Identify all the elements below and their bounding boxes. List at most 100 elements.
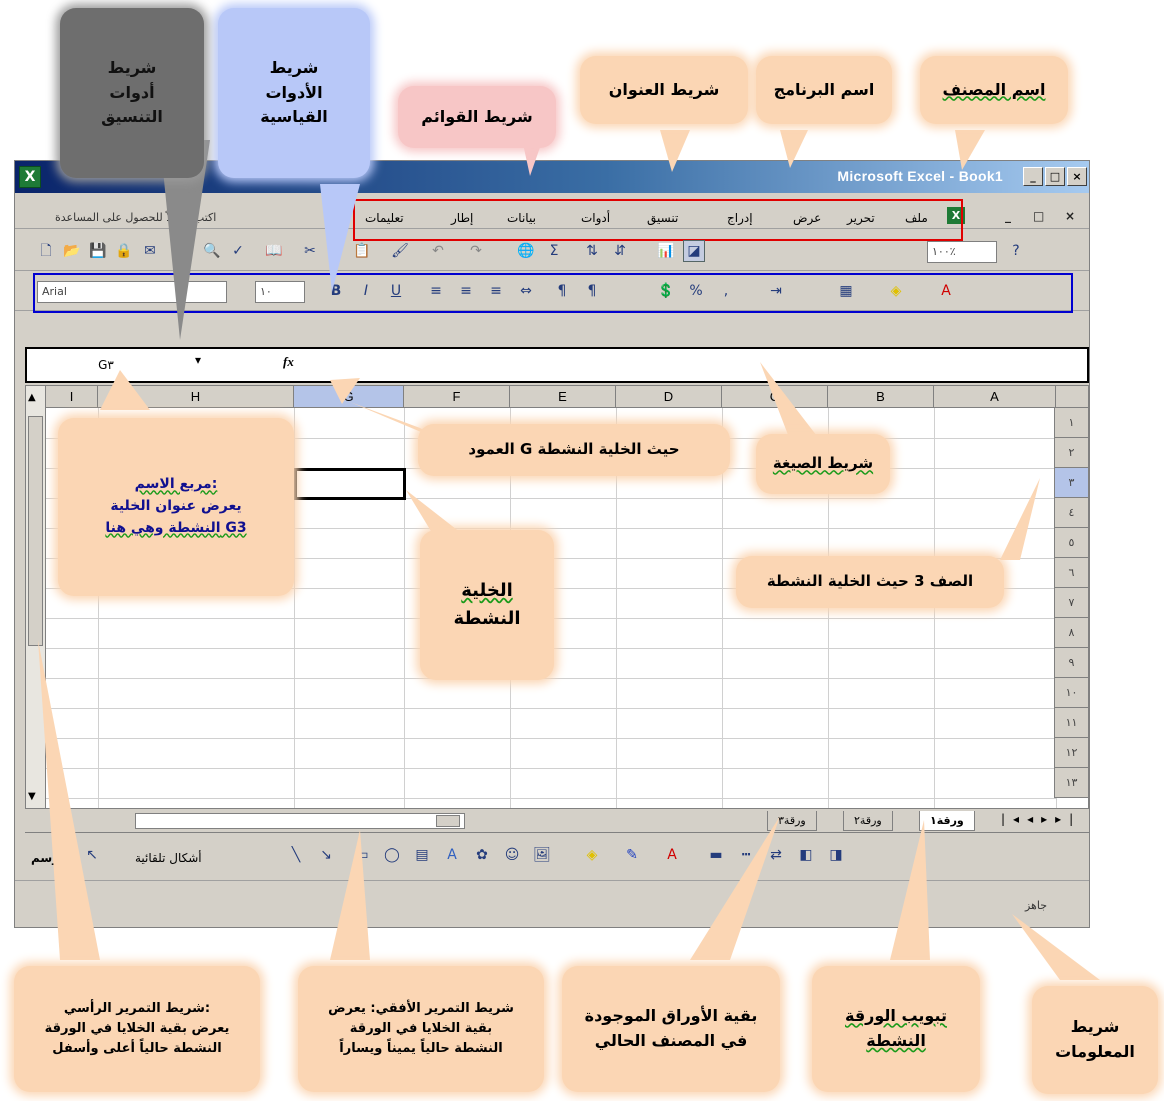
scroll-down-icon[interactable]: ▼ [28, 791, 36, 802]
menu-view[interactable]: عرض [793, 211, 821, 225]
comma-icon[interactable]: , [715, 280, 737, 302]
menu-help[interactable]: تعليمات [365, 211, 404, 225]
clipart-icon[interactable]: ☺ [501, 844, 523, 866]
print-icon[interactable]: ⎙ [175, 240, 197, 262]
research-icon[interactable]: 📖 [263, 240, 285, 262]
sort-ascending-icon[interactable]: ⇅ [581, 240, 603, 262]
draw-menu[interactable]: رسم [31, 851, 59, 865]
shadow-icon[interactable]: ◧ [795, 844, 817, 866]
new-icon[interactable]: 🗋 [35, 240, 57, 262]
copy-icon[interactable]: ⧉ [325, 240, 347, 262]
name-box-dropdown-icon[interactable]: ▾ [195, 353, 201, 367]
row-header-12[interactable]: ١٢ [1054, 738, 1088, 768]
diagram-icon[interactable]: ✿ [471, 844, 493, 866]
format-painter-icon[interactable]: 🖌 [389, 240, 411, 262]
vertical-scroll-thumb[interactable] [28, 416, 43, 646]
menu-tools[interactable]: أدوات [581, 211, 610, 225]
hyperlink-icon[interactable]: 🌐 [515, 240, 537, 262]
cut-icon[interactable]: ✂ [299, 240, 321, 262]
row-header-9[interactable]: ٩ [1054, 648, 1088, 678]
help-icon[interactable]: ? [1005, 240, 1027, 262]
row-header-10[interactable]: ١٠ [1054, 678, 1088, 708]
row-header-11[interactable]: ١١ [1054, 708, 1088, 738]
redo-icon[interactable]: ↷ [465, 240, 487, 262]
row-header-6[interactable]: ٦ [1054, 558, 1088, 588]
line-color-icon[interactable]: ✎ [621, 844, 643, 866]
align-center-icon[interactable]: ≡ [455, 280, 477, 302]
column-header-G[interactable]: G [294, 386, 404, 408]
menu-window[interactable]: إطار [451, 211, 473, 225]
formula-input[interactable] [307, 353, 1083, 377]
open-icon[interactable]: 📂 [61, 240, 83, 262]
excel-app-icon[interactable]: X [19, 166, 41, 188]
close-button[interactable]: × [1067, 167, 1087, 186]
column-header-F[interactable]: F [404, 386, 510, 408]
arrow-icon[interactable]: ↘ [315, 844, 337, 866]
chart-wizard-icon[interactable]: 📊 [655, 240, 677, 262]
help-question-box[interactable]: اكتب سؤالاً للحصول على المساعدة [55, 211, 216, 224]
3d-icon[interactable]: ◨ [825, 844, 847, 866]
row-header-8[interactable]: ٨ [1054, 618, 1088, 648]
paste-icon[interactable]: 📋 [351, 240, 373, 262]
tab-nav-arrows-icon[interactable]: |◂◂▸▸| [1001, 812, 1081, 826]
borders-icon[interactable]: ▦ [835, 280, 857, 302]
font-color-icon[interactable]: A [935, 280, 957, 302]
zoom-combo[interactable]: ١٠٠٪ [927, 241, 997, 263]
autoshapes-menu[interactable]: أشكال تلقائية [135, 851, 202, 865]
currency-icon[interactable]: 💲 [655, 280, 677, 302]
active-cell-G3[interactable] [294, 468, 406, 500]
column-header-D[interactable]: D [616, 386, 722, 408]
italic-button[interactable]: I [355, 280, 377, 302]
arrow-style-icon[interactable]: ⇄ [765, 844, 787, 866]
select-objects-icon[interactable]: ↖ [81, 844, 103, 866]
column-header-I[interactable]: I [46, 386, 98, 408]
row-header-7[interactable]: ٧ [1054, 588, 1088, 618]
column-header-B[interactable]: B [828, 386, 934, 408]
scroll-up-icon[interactable]: ▲ [28, 392, 36, 403]
oval-icon[interactable]: ◯ [381, 844, 403, 866]
fx-icon[interactable]: fx [283, 354, 294, 370]
menu-edit[interactable]: تحرير [847, 211, 875, 225]
email-icon[interactable]: ✉ [139, 240, 161, 262]
underline-button[interactable]: U [385, 280, 407, 302]
line-icon[interactable]: ╲ [285, 844, 307, 866]
horizontal-scroll-thumb[interactable] [436, 815, 460, 827]
row-header-4[interactable]: ٤ [1054, 498, 1088, 528]
name-box[interactable]: G٣ [31, 354, 181, 376]
doc-minimize-button[interactable]: _ [1005, 209, 1011, 223]
fill-color-icon[interactable]: ◈ [885, 280, 907, 302]
sheet-tab-1-active[interactable]: ورقة١ [919, 811, 975, 831]
font-size-combo[interactable]: ١٠ [255, 281, 305, 303]
row-header-3[interactable]: ٣ [1054, 468, 1088, 498]
doc-close-button[interactable]: × [1065, 209, 1075, 223]
column-header-H[interactable]: H [98, 386, 294, 408]
align-right-icon[interactable]: ≡ [425, 280, 447, 302]
merge-center-icon[interactable]: ⇔ [515, 280, 537, 302]
horizontal-scrollbar[interactable] [135, 813, 465, 829]
column-header-A[interactable]: A [934, 386, 1056, 408]
menu-format[interactable]: تنسيق [647, 211, 678, 225]
doc-restore-button[interactable]: □ [1033, 209, 1044, 223]
undo-icon[interactable]: ↶ [427, 240, 449, 262]
column-header-C[interactable]: C [722, 386, 828, 408]
ltr-icon[interactable]: ¶ [581, 280, 603, 302]
align-left-icon[interactable]: ≡ [485, 280, 507, 302]
sheet-tab-2[interactable]: ورقة٢ [843, 811, 893, 831]
spelling-icon[interactable]: ✓ [227, 240, 249, 262]
column-header-E[interactable]: E [510, 386, 616, 408]
menu-insert[interactable]: إدراج [727, 211, 753, 225]
draw-font-color-icon[interactable]: A [661, 844, 683, 866]
increase-indent-icon[interactable]: ⇥ [765, 280, 787, 302]
select-all-corner[interactable] [1056, 386, 1088, 408]
font-name-combo[interactable]: Arial [37, 281, 227, 303]
picture-icon[interactable]: 🖼 [531, 844, 553, 866]
sort-descending-icon[interactable]: ⇵ [609, 240, 631, 262]
row-header-13[interactable]: ١٣ [1054, 768, 1088, 798]
row-header-2[interactable]: ٢ [1054, 438, 1088, 468]
minimize-button[interactable]: _ [1023, 167, 1043, 186]
drawing-toggle-icon[interactable]: ◪ [683, 240, 705, 262]
save-icon[interactable]: 💾 [87, 240, 109, 262]
autosum-icon[interactable]: Σ [543, 240, 565, 262]
print-preview-icon[interactable]: 🔍 [201, 240, 223, 262]
bold-button[interactable]: B [325, 280, 347, 302]
